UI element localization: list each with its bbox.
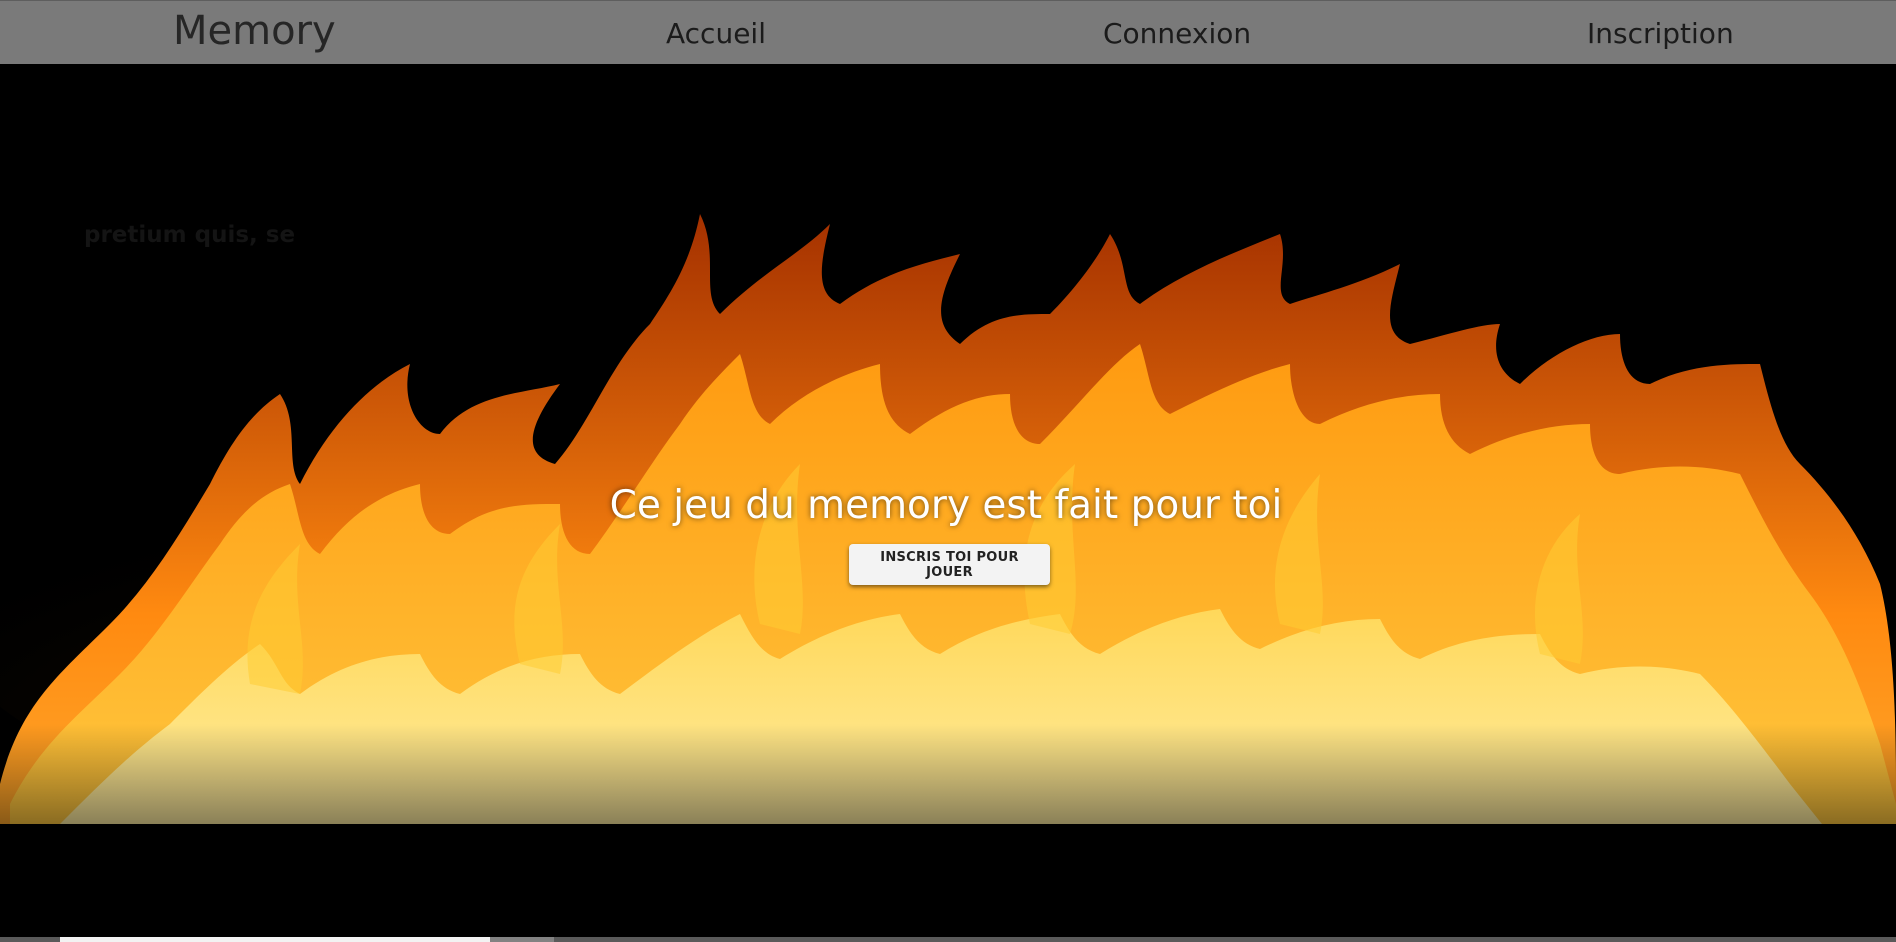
hidden-placeholder-text: pretium quis, se	[84, 222, 296, 248]
brand-link[interactable]: Memory	[173, 8, 336, 54]
scrollbar-thumb[interactable]	[60, 937, 490, 942]
nav-link-connexion[interactable]: Connexion	[1103, 17, 1251, 50]
nav-link-accueil[interactable]: Accueil	[666, 17, 766, 50]
horizontal-scrollbar[interactable]	[0, 937, 1896, 942]
register-to-play-button[interactable]: INSCRIS TOI POUR JOUER	[849, 544, 1050, 585]
scrollbar-track-segment	[490, 937, 554, 942]
hero-section: pretium quis, se Ce jeu du memory est fa…	[0, 64, 1896, 942]
hero-title: Ce jeu du memory est fait pour toi	[609, 483, 1283, 528]
page: Memory Accueil Connexion Inscription pre…	[0, 0, 1896, 942]
top-navigation-bar: Memory Accueil Connexion Inscription	[0, 0, 1896, 64]
nav-link-inscription[interactable]: Inscription	[1587, 17, 1734, 50]
